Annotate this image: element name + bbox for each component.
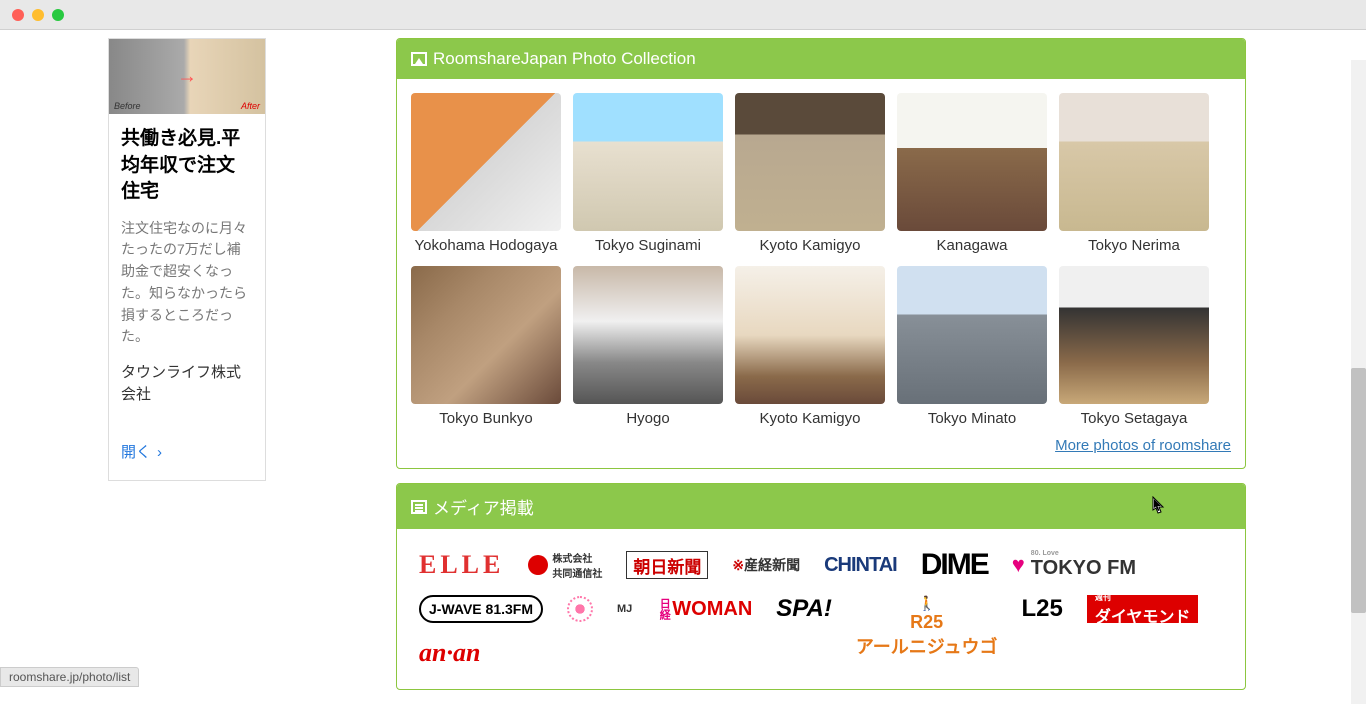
- logo-spa: SPA!: [776, 595, 832, 623]
- logo-jwave: J-WAVE 81.3FM: [419, 595, 543, 623]
- scrollbar-thumb[interactable]: [1351, 368, 1366, 613]
- page-content: i ✕ Before After 共働き必見.平均年収で注文住宅 注文住宅なのに…: [0, 30, 1366, 704]
- sidebar: i ✕ Before After 共働き必見.平均年収で注文住宅 注文住宅なのに…: [108, 38, 266, 704]
- more-photos-link-wrap: More photos of roomshare: [411, 437, 1231, 454]
- photo-item[interactable]: Hyogo: [573, 266, 723, 427]
- photo-thumb[interactable]: [411, 93, 561, 231]
- scrollbar-track[interactable]: [1351, 60, 1366, 704]
- photo-caption: Tokyo Setagaya: [1059, 410, 1209, 427]
- ad-cta[interactable]: 開く›: [109, 413, 265, 480]
- photo-thumb[interactable]: [573, 93, 723, 231]
- photo-collection-panel: RoomshareJapan Photo Collection Yokohama…: [396, 38, 1246, 469]
- logo-mj: MJ: [617, 595, 632, 623]
- photo-caption: Tokyo Bunkyo: [411, 410, 561, 427]
- logo-elle: ELLE: [419, 551, 504, 579]
- window-minimize-button[interactable]: [32, 9, 44, 21]
- media-logos: ELLE 株式会社 共同通信社 朝日新聞 ※ 産経新聞 CHINTAI DIME…: [411, 543, 1231, 675]
- photo-thumb[interactable]: [735, 266, 885, 404]
- status-bar: roomshare.jp/photo/list: [0, 667, 139, 687]
- photo-item[interactable]: Tokyo Setagaya: [1059, 266, 1209, 427]
- logo-r25: 🚶R25アールニジュウゴ: [856, 595, 998, 623]
- photo-item[interactable]: Tokyo Minato: [897, 266, 1047, 427]
- logo-tv: [567, 596, 593, 622]
- ad-open-link[interactable]: 開く›: [121, 444, 162, 461]
- photo-thumb[interactable]: [897, 93, 1047, 231]
- photo-item[interactable]: Tokyo Nerima: [1059, 93, 1209, 254]
- logo-woman: 日経WOMAN: [656, 595, 752, 623]
- main-content: RoomshareJapan Photo Collection Yokohama…: [396, 38, 1246, 704]
- photo-item[interactable]: Tokyo Bunkyo: [411, 266, 561, 427]
- photo-caption: Hyogo: [573, 410, 723, 427]
- window-close-button[interactable]: [12, 9, 24, 21]
- logo-anan: an·an: [419, 639, 480, 667]
- photo-item[interactable]: Kyoto Kamigyo: [735, 266, 885, 427]
- photo-thumb[interactable]: [411, 266, 561, 404]
- media-panel-header: メディア掲載: [397, 484, 1245, 529]
- logo-sankei: ※ 産経新聞: [732, 551, 800, 579]
- media-panel: メディア掲載 ELLE 株式会社 共同通信社 朝日新聞 ※ 産経新聞 CHINT…: [396, 483, 1246, 690]
- photo-caption: Yokohama Hodogaya: [411, 237, 561, 254]
- photo-panel-title: RoomshareJapan Photo Collection: [433, 49, 696, 69]
- newspaper-icon: [411, 500, 427, 514]
- ad-brand: タウンライフ株式会社: [109, 352, 265, 413]
- photo-caption: Kanagawa: [897, 237, 1047, 254]
- media-panel-title: メディア掲載: [433, 494, 534, 519]
- logo-tokyofm: ♥80. LoveTOKYO FM: [1012, 551, 1136, 579]
- photo-panel-header: RoomshareJapan Photo Collection: [397, 39, 1245, 79]
- browser-chrome: [0, 0, 1366, 30]
- photo-caption: Tokyo Nerima: [1059, 237, 1209, 254]
- ad-before-label: Before: [114, 101, 141, 111]
- photo-thumb[interactable]: [735, 93, 885, 231]
- logo-l25: L25: [1022, 595, 1063, 623]
- logo-asahi: 朝日新聞: [626, 551, 708, 579]
- photo-caption: Kyoto Kamigyo: [735, 410, 885, 427]
- photo-caption: Tokyo Suginami: [573, 237, 723, 254]
- photo-caption: Kyoto Kamigyo: [735, 237, 885, 254]
- photo-thumb[interactable]: [573, 266, 723, 404]
- advertisement[interactable]: i ✕ Before After 共働き必見.平均年収で注文住宅 注文住宅なのに…: [108, 38, 266, 481]
- window-maximize-button[interactable]: [52, 9, 64, 21]
- logo-diamond: 週刊ダイヤモンド: [1087, 595, 1199, 623]
- more-photos-link[interactable]: More photos of roomshare: [1055, 437, 1231, 454]
- logo-dime: DIME: [921, 551, 988, 579]
- photo-item[interactable]: Kyoto Kamigyo: [735, 93, 885, 254]
- photo-thumb[interactable]: [1059, 266, 1209, 404]
- photo-item[interactable]: Yokohama Hodogaya: [411, 93, 561, 254]
- photo-item[interactable]: Tokyo Suginami: [573, 93, 723, 254]
- ad-headline: 共働き必見.平均年収で注文住宅: [109, 114, 265, 214]
- ad-description: 注文住宅なのに月々たったの7万だし補助金で超安くなった。知らなかったら損するとこ…: [109, 214, 265, 352]
- photo-item[interactable]: Kanagawa: [897, 93, 1047, 254]
- ad-after-label: After: [241, 101, 260, 111]
- logo-kyodo: 株式会社 共同通信社: [528, 551, 602, 579]
- photo-grid: Yokohama Hodogaya Tokyo Suginami Kyoto K…: [411, 93, 1231, 427]
- ad-image: Before After: [109, 39, 265, 114]
- logo-chintai: CHINTAI: [824, 551, 897, 579]
- photo-thumb[interactable]: [897, 266, 1047, 404]
- photo-caption: Tokyo Minato: [897, 410, 1047, 427]
- picture-icon: [411, 52, 427, 66]
- photo-thumb[interactable]: [1059, 93, 1209, 231]
